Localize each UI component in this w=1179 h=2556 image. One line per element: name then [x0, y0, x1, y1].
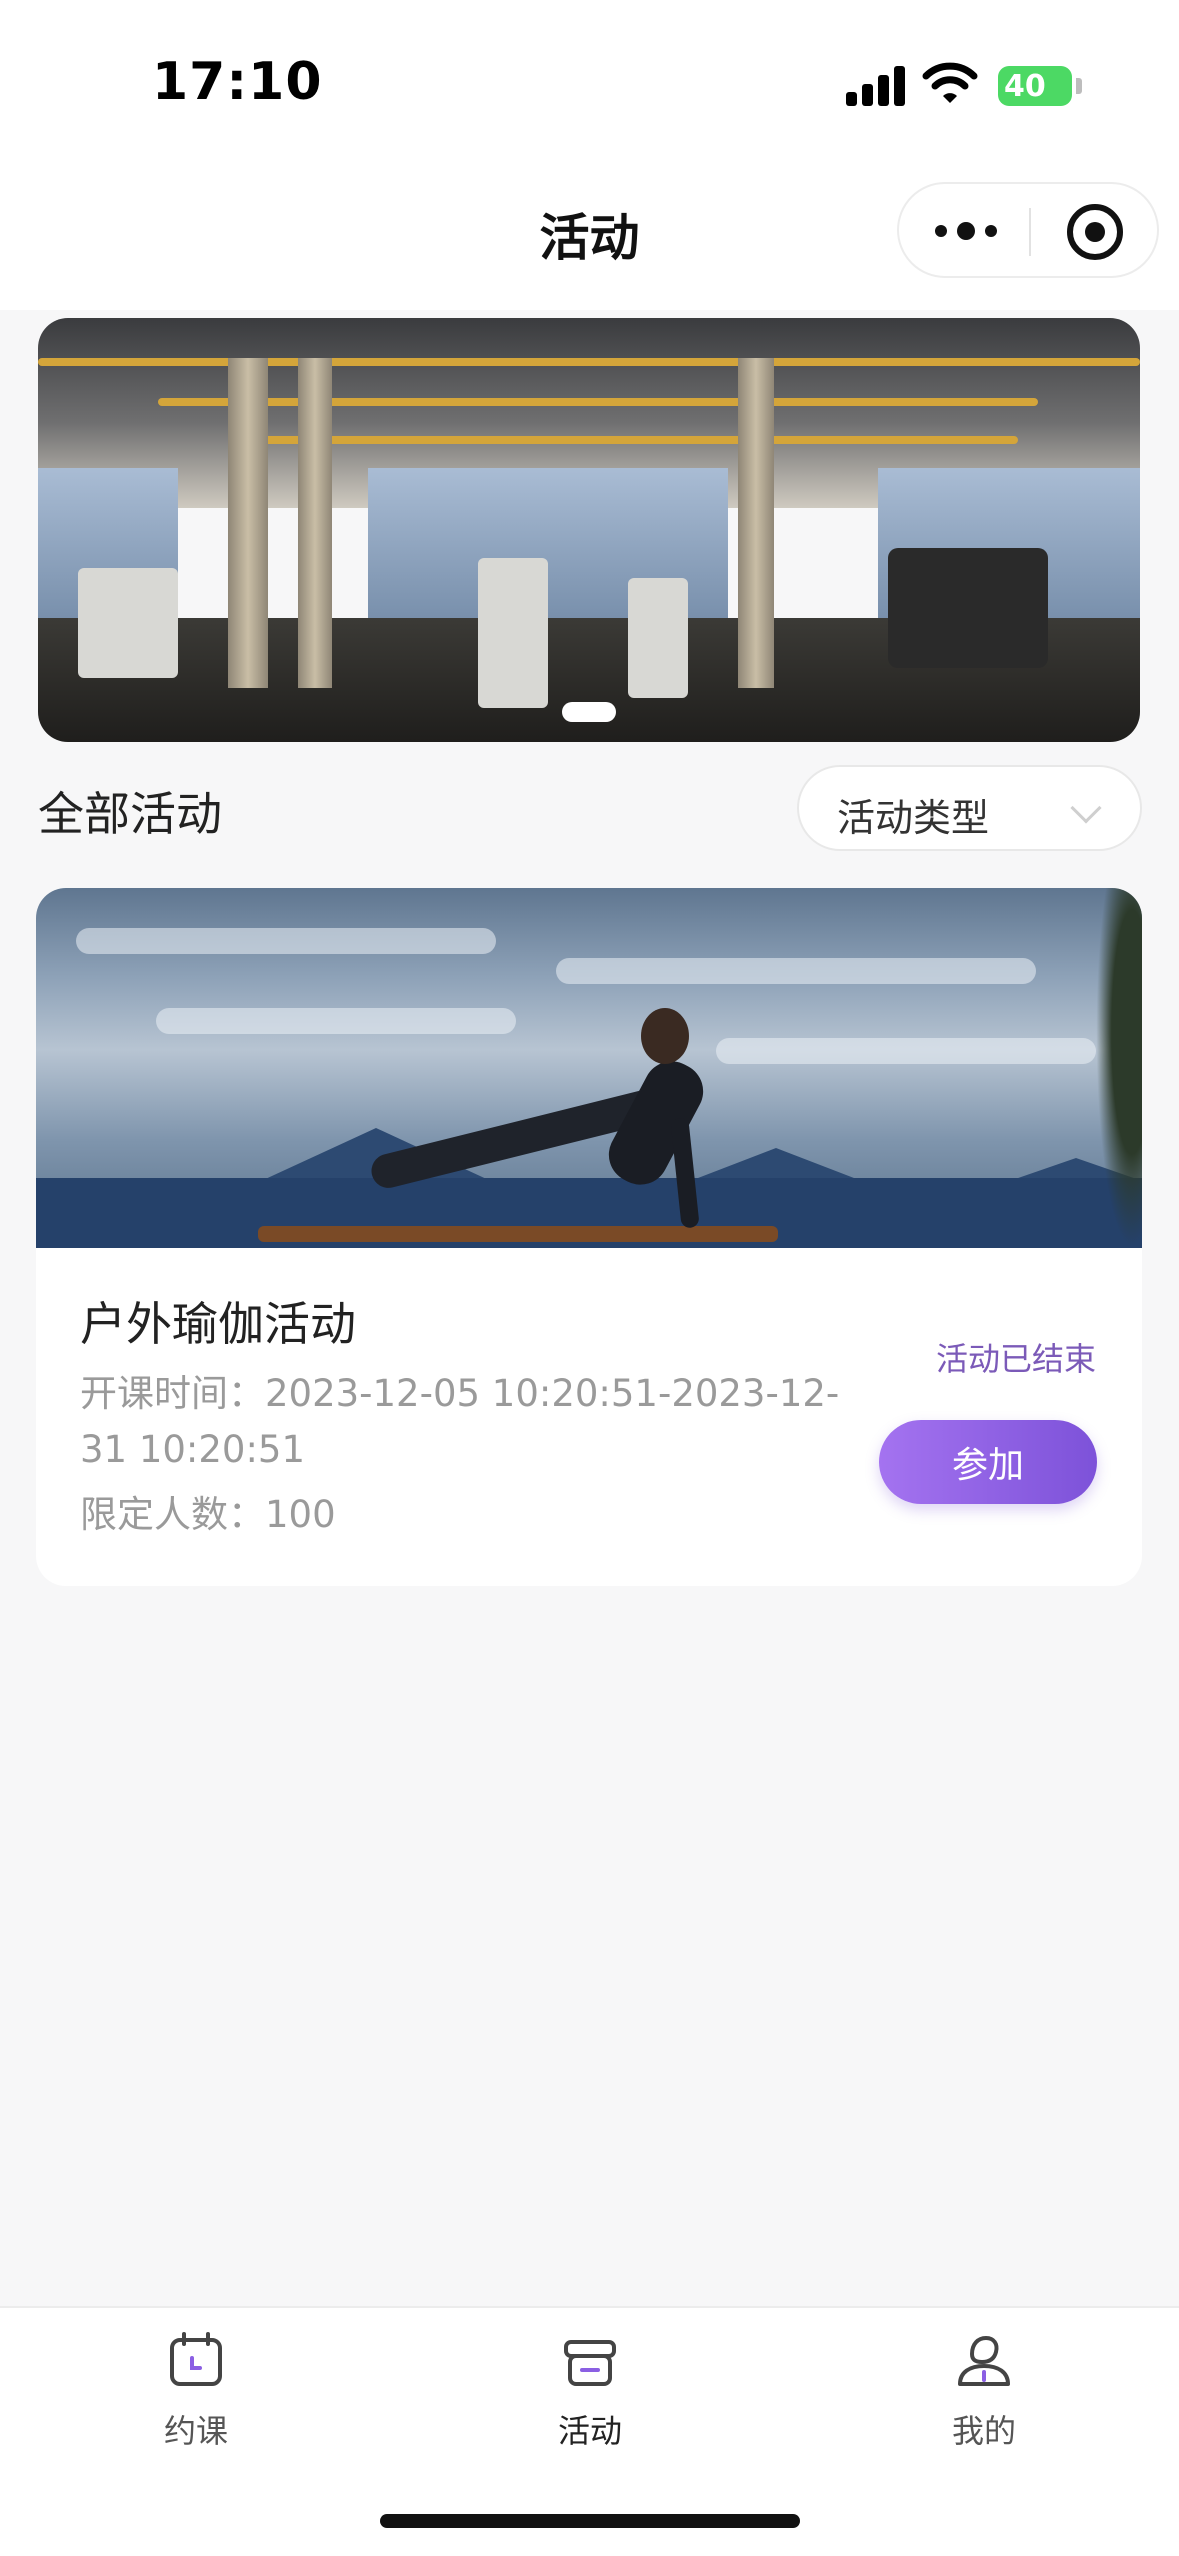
- activity-limit: 限定人数：100: [80, 1493, 336, 1536]
- gym-pipe: [158, 398, 1038, 406]
- gym-pillar: [298, 358, 332, 688]
- profile-icon: [958, 2335, 1010, 2386]
- banner-carousel[interactable]: [38, 318, 1140, 742]
- tab-profile[interactable]: 我的: [884, 2332, 1084, 2452]
- status-time: 17:10: [152, 52, 323, 112]
- wifi-icon: [922, 62, 978, 103]
- gym-machine: [478, 558, 548, 708]
- gym-machine: [78, 568, 178, 678]
- tab-label: 约课: [163, 2412, 228, 2450]
- nav-bar: 活动: [0, 170, 1179, 310]
- activity-status: 活动已结束: [935, 1340, 1096, 1378]
- tab-activity[interactable]: 活动: [490, 2332, 690, 2452]
- cloud: [556, 958, 1036, 984]
- gym-machine: [628, 578, 688, 698]
- yogi-head: [641, 1008, 689, 1064]
- battery-tip: [1076, 78, 1082, 94]
- cloud: [716, 1038, 1096, 1064]
- battery-level: 40: [1004, 68, 1046, 104]
- section-title: 全部活动: [38, 787, 222, 841]
- cloud: [156, 1008, 516, 1034]
- activity-image: [36, 888, 1142, 1248]
- more-dots-icon[interactable]: [935, 216, 997, 246]
- chevron-down-icon: [1070, 792, 1102, 824]
- activity-type-label: 活动类型: [837, 796, 990, 840]
- gym-pillar: [738, 358, 774, 688]
- dumbbell-rack: [888, 548, 1048, 668]
- cellular-signal-icon: [846, 66, 906, 106]
- activity-type-dropdown[interactable]: 活动类型: [797, 765, 1142, 851]
- activity-title: 户外瑜伽活动: [80, 1297, 356, 1351]
- target-close-icon[interactable]: [1067, 204, 1123, 260]
- capsule-divider: [1029, 208, 1031, 256]
- tab-label: 我的: [951, 2412, 1016, 2450]
- gym-pillar: [228, 358, 268, 688]
- gym-pipe: [38, 358, 1140, 366]
- carousel-indicator[interactable]: [562, 702, 616, 722]
- wooden-plank: [258, 1226, 778, 1242]
- join-button[interactable]: 参加: [879, 1420, 1097, 1504]
- activity-card[interactable]: 户外瑜伽活动 开课时间：2023-12-05 10:20:51-2023-12-…: [36, 888, 1142, 1586]
- gift-box-icon: [564, 2340, 616, 2386]
- cloud: [76, 928, 496, 954]
- activity-time: 开课时间：2023-12-05 10:20:51-2023-12-31 10:2…: [80, 1372, 840, 1471]
- pine-tree: [1096, 888, 1142, 1248]
- gym-pipe: [258, 436, 1018, 444]
- calendar-icon: [170, 2332, 222, 2386]
- tab-book-class[interactable]: 约课: [96, 2332, 296, 2452]
- home-indicator: [380, 2514, 800, 2528]
- miniprogram-capsule: [897, 182, 1159, 278]
- tab-label: 活动: [557, 2412, 622, 2450]
- status-bar: 17:10 40: [0, 0, 1179, 170]
- battery-icon: 40: [998, 66, 1072, 106]
